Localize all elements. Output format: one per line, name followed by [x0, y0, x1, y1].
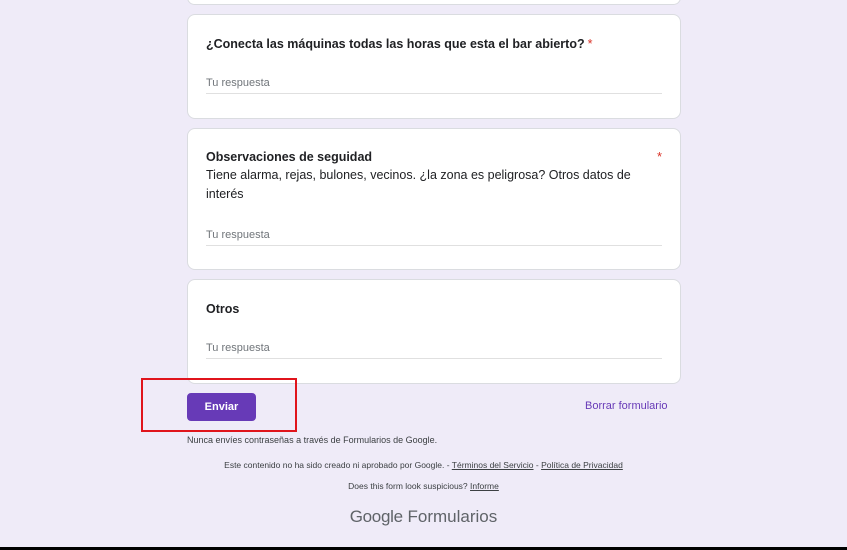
google-forms-logo[interactable]: Google Formularios [0, 507, 847, 527]
question-card-otros: Otros [187, 279, 681, 384]
suspicious-text: Does this form look suspicious? [348, 481, 471, 491]
answer-input-otros[interactable] [206, 342, 662, 359]
terms-link[interactable]: Términos del Servicio [452, 460, 534, 470]
footer-suspicious: Does this form look suspicious? Informe [0, 481, 847, 491]
clear-form-link[interactable]: Borrar formulario [585, 400, 668, 412]
question-description: Tiene alarma, rejas, bulones, vecinos. ¿… [206, 168, 631, 201]
password-warning: Nunca envíes contraseñas a través de For… [187, 435, 438, 445]
brand-google: Google [349, 507, 403, 526]
submit-button[interactable]: Enviar [187, 393, 256, 421]
previous-question-card [187, 0, 681, 5]
answer-input-connect-machines[interactable] [206, 77, 662, 94]
brand-product: Formularios [407, 507, 498, 526]
disclaimer-text: Este contenido no ha sido creado ni apro… [224, 460, 452, 470]
separator: - [533, 460, 542, 470]
question-title: Otros [206, 302, 240, 316]
report-link[interactable]: Informe [470, 481, 499, 491]
answer-input-security[interactable] [206, 229, 662, 246]
question-title: Observaciones de seguidad [206, 150, 373, 164]
privacy-link[interactable]: Política de Privacidad [541, 460, 623, 470]
required-asterisk: * [587, 37, 593, 51]
question-card-connect-machines: ¿Conecta las máquinas todas las horas qu… [187, 14, 681, 119]
question-title: ¿Conecta las máquinas todas las horas qu… [206, 37, 593, 51]
required-asterisk: * [656, 149, 662, 164]
footer-disclaimer: Este contenido no ha sido creado ni apro… [0, 460, 847, 470]
question-card-security: Observaciones de seguidad * Tiene alarma… [187, 128, 681, 270]
